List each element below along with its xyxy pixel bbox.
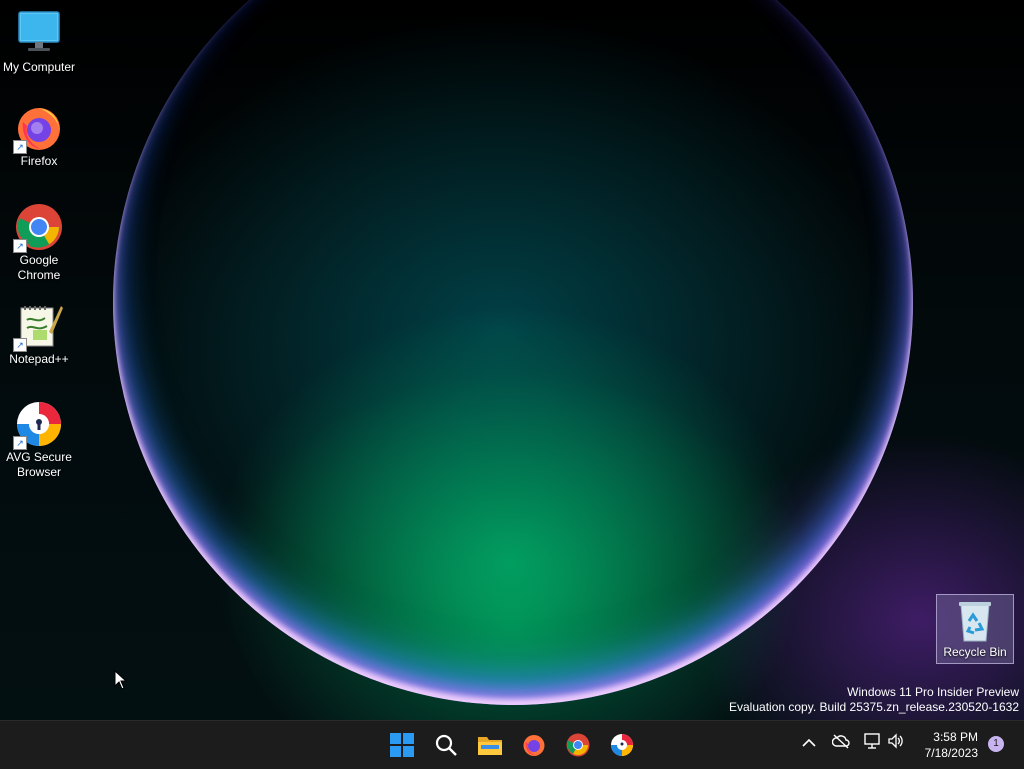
shortcut-arrow-icon: ↗: [13, 140, 27, 154]
desktop-icon-my-computer[interactable]: My Computer: [0, 10, 78, 75]
firefox-icon: ↗: [13, 104, 63, 154]
desktop-icon-label: Notepad++: [9, 352, 69, 366]
watermark-line-2: Evaluation copy. Build 25375.zn_release.…: [729, 700, 1019, 714]
taskbar-avg-browser-button[interactable]: [602, 725, 642, 765]
desktop-icon-recycle-bin[interactable]: Recycle Bin: [936, 594, 1014, 664]
desktop-icon-notepadpp[interactable]: ↗ Notepad++: [0, 302, 78, 367]
chevron-up-icon: [802, 738, 816, 747]
avg-browser-icon: ↗: [13, 400, 63, 450]
firefox-icon: [523, 735, 545, 756]
desktop-icon-label: Google Chrome: [17, 253, 61, 282]
show-hidden-icons-button[interactable]: [802, 735, 816, 751]
desktop[interactable]: My Computer ↗ Firefox ↗ Google Chrome ↗ …: [0, 0, 1024, 720]
start-icon: [390, 733, 414, 757]
desktop-icon-firefox[interactable]: ↗ Firefox: [0, 104, 78, 169]
avg-browser-icon: [611, 734, 633, 756]
cloud-offline-icon: [831, 734, 850, 749]
speaker-icon: [888, 733, 903, 749]
notification-badge[interactable]: 1: [988, 736, 1004, 752]
search-button[interactable]: [426, 725, 466, 765]
clock-button[interactable]: 3:58 PM 7/18/2023: [925, 729, 978, 761]
taskbar: 3:58 PM 7/18/2023 1: [0, 720, 1024, 769]
desktop-icon-label: My Computer: [2, 60, 76, 74]
desktop-icon-label: Firefox: [20, 154, 58, 168]
search-icon: [435, 734, 457, 756]
chrome-icon: ↗: [13, 203, 63, 253]
taskbar-firefox-button[interactable]: [514, 725, 554, 765]
chrome-icon: [566, 733, 590, 757]
shortcut-arrow-icon: ↗: [13, 436, 27, 450]
start-button[interactable]: [382, 725, 422, 765]
network-wired-icon: [864, 733, 880, 749]
clock-time: 3:58 PM: [933, 730, 978, 744]
shortcut-arrow-icon: ↗: [13, 239, 27, 253]
wallpaper-bloom: [113, 0, 913, 705]
file-explorer-button[interactable]: [470, 725, 510, 765]
mouse-pointer-icon: [114, 669, 128, 695]
taskbar-chrome-button[interactable]: [558, 725, 598, 765]
desktop-icon-avg-secure-browser[interactable]: ↗ AVG Secure Browser: [0, 400, 78, 480]
network-button[interactable]: [863, 733, 881, 752]
clock-date: 7/18/2023: [924, 746, 978, 760]
desktop-icon-google-chrome[interactable]: ↗ Google Chrome: [0, 203, 78, 283]
evaluation-watermark: Windows 11 Pro Insider Preview Evaluatio…: [729, 685, 1019, 715]
onedrive-status-button[interactable]: [831, 733, 850, 752]
volume-button[interactable]: [887, 733, 905, 752]
desktop-icon-label: Recycle Bin: [943, 645, 1007, 659]
monitor-icon: [15, 10, 63, 58]
desktop-icon-label: AVG Secure Browser: [6, 450, 72, 479]
notepadpp-icon: ↗: [13, 302, 63, 352]
watermark-line-1: Windows 11 Pro Insider Preview: [847, 685, 1019, 699]
recycle-bin-icon: [955, 599, 995, 643]
shortcut-arrow-icon: ↗: [13, 338, 27, 352]
file-explorer-icon: [478, 737, 502, 755]
